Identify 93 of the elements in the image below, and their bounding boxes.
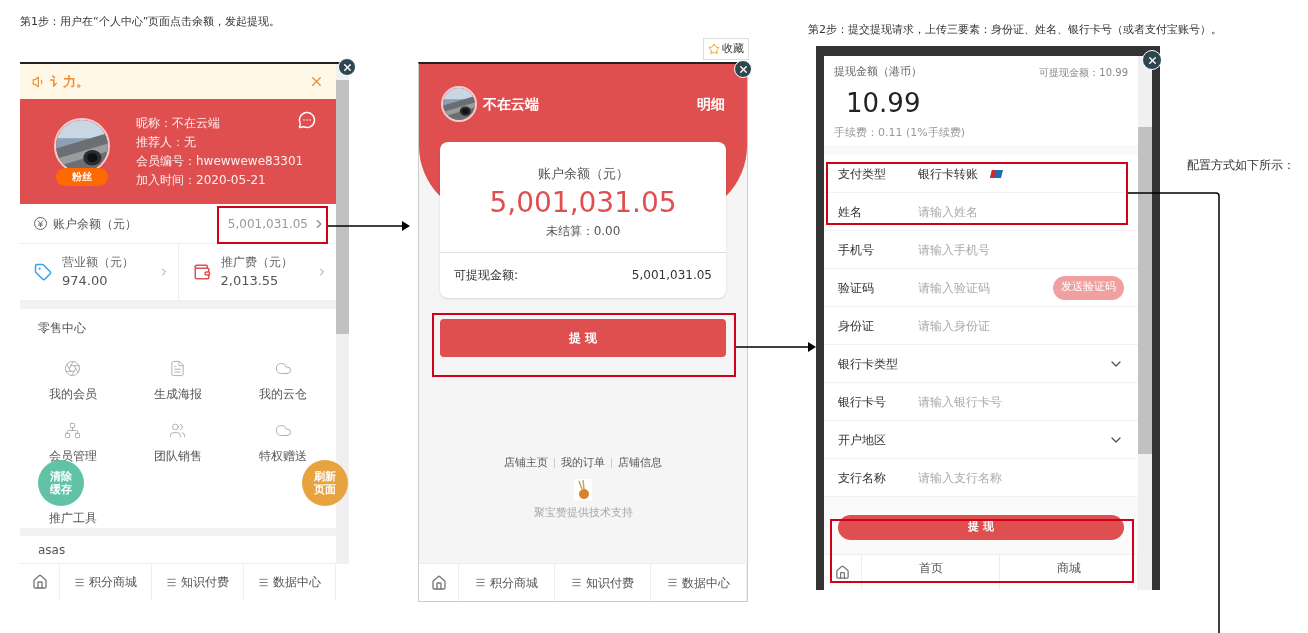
notice-text: 讠力。: [50, 72, 89, 91]
support-text: 聚宝赞提供技术支持: [533, 505, 633, 521]
balance-label: 账户余额（元）: [53, 215, 137, 233]
menu-icon: [571, 577, 582, 588]
step-caption: 第2步：提交提现请求，上传三要素：身份证、姓名、银行卡号（或者支付宝账号）。: [808, 22, 1222, 38]
logo-icon: [574, 479, 592, 501]
balance-amount: 5,001,031.05: [489, 184, 677, 221]
footer-link[interactable]: 店铺主页: [504, 454, 548, 471]
footer-link[interactable]: 我的订单: [561, 454, 605, 471]
close-icon: [341, 61, 353, 73]
bank-card-icon: [990, 169, 1003, 178]
scrollbar[interactable]: [336, 64, 349, 564]
people-icon: [169, 422, 187, 439]
stat-value: 2,013.55: [220, 272, 280, 290]
profile-info: 会员编号：hwewwewe83301: [136, 153, 304, 169]
fee-text: 手续费：0.11 (1%手续费): [833, 124, 967, 141]
money-bag-icon: [192, 263, 211, 281]
text-input[interactable]: 请输入身份证: [918, 316, 1124, 335]
tab-item[interactable]: 知识付费: [586, 573, 634, 592]
withdraw-amount: 10.99: [845, 86, 922, 120]
field-label: 身份证: [838, 317, 875, 335]
balance-label: 账户余额（元）: [537, 165, 629, 183]
text-input[interactable]: 请输入支行名称: [918, 468, 1124, 487]
aperture-icon: [64, 360, 82, 377]
tag-icon: [34, 263, 52, 281]
stat-value: 974.00: [62, 272, 109, 290]
available-value: 5,001,031.05: [631, 267, 712, 284]
stat-label: 推广费（元）: [220, 254, 293, 271]
field-label: 支行名称: [838, 469, 887, 487]
field-label: 银行卡号: [838, 393, 887, 411]
cloud-icon: [274, 422, 292, 439]
amount-label: 提现金额（港币）: [834, 64, 922, 80]
menu-item[interactable]: 生成海报: [154, 385, 202, 403]
field-label: 验证码: [838, 279, 875, 297]
field-label: 开户地区: [838, 431, 887, 449]
menu-icon: [166, 576, 177, 588]
field-label: 银行卡类型: [838, 355, 899, 373]
close-icon[interactable]: [309, 74, 324, 89]
tab-item[interactable]: 数据中心: [273, 573, 321, 591]
tab-item[interactable]: 知识付费: [181, 573, 229, 591]
close-button[interactable]: [734, 60, 752, 78]
available-label: 可提现金额:: [454, 267, 519, 284]
document-icon: [169, 360, 187, 377]
note-text: 配置方式如下所示：: [1187, 157, 1295, 174]
menu-item[interactable]: 我的云仓: [259, 385, 308, 403]
tab-item[interactable]: 首页: [918, 559, 943, 590]
text-input[interactable]: 请输入手机号: [918, 240, 1124, 259]
profile-info: 昵称：不在云端: [136, 115, 221, 131]
payment-type-value: 银行卡转账: [918, 165, 978, 183]
available-amount: 可提现金额：10.99: [1039, 65, 1128, 80]
close-icon: [737, 63, 749, 75]
menu-icon: [74, 576, 85, 588]
withdraw-button[interactable]: 提 现: [440, 318, 726, 357]
tab-item[interactable]: 商城: [1056, 559, 1081, 590]
star-icon: [708, 43, 720, 55]
withdraw-button[interactable]: 提 现: [838, 515, 1124, 540]
cloud-icon: [274, 360, 292, 377]
section-title: asas: [38, 541, 66, 559]
bookmark-button[interactable]: 收藏: [703, 38, 749, 60]
section-title: 零售中心: [37, 320, 87, 337]
footer-link[interactable]: 店铺信息: [618, 454, 662, 471]
profile-info: 推荐人：无: [136, 134, 197, 150]
unsettled-amount: 未结算：0.00: [545, 222, 621, 240]
menu-icon: [667, 577, 678, 588]
home-icon[interactable]: [835, 565, 850, 580]
text-input[interactable]: 请输入银行卡号: [918, 392, 1124, 411]
tab-item[interactable]: 积分商城: [89, 573, 137, 591]
close-button[interactable]: [1142, 50, 1162, 70]
field-label: 支付类型: [838, 165, 887, 183]
home-icon[interactable]: [31, 574, 48, 590]
home-icon[interactable]: [430, 574, 447, 591]
menu-icon: [258, 576, 269, 588]
user-name: 不在云端: [483, 95, 539, 114]
step-caption: 第1步：用户在“个人中心”页面点击余额，发起提现。: [20, 14, 281, 30]
text-input[interactable]: 请输入姓名: [918, 202, 1124, 221]
menu-item[interactable]: 我的会员: [48, 385, 97, 403]
code-input[interactable]: 请输入验证码: [918, 278, 1053, 297]
chat-icon[interactable]: [298, 111, 316, 129]
tab-item[interactable]: 积分商城: [490, 573, 538, 592]
scrollbar[interactable]: [1138, 56, 1152, 590]
menu-item[interactable]: 推广工具: [48, 509, 97, 527]
menu-item[interactable]: 团队销售: [154, 447, 202, 465]
org-chart-icon: [64, 422, 82, 439]
fan-badge: 粉丝: [56, 167, 108, 186]
field-label: 姓名: [838, 203, 863, 221]
detail-link[interactable]: 明细: [697, 94, 725, 115]
profile-info: 加入时间：2020-05-21: [136, 172, 267, 188]
tab-item[interactable]: 数据中心: [682, 573, 730, 592]
field-label: 手机号: [838, 241, 875, 259]
close-button[interactable]: [338, 58, 356, 76]
close-icon: [1146, 54, 1158, 66]
stat-label: 营业额（元）: [62, 254, 134, 271]
menu-icon: [475, 577, 486, 588]
